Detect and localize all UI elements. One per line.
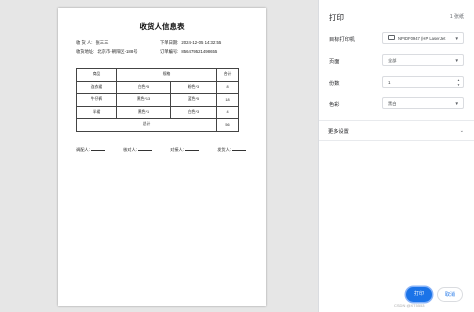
printer-icon [388,35,395,41]
sign-line [231,150,246,151]
sign-field: 对接人: [170,147,199,153]
order-time-value: 2024-12-05 14:32:55 [181,40,222,45]
table-header-row: 商品 规格 合计 [76,68,239,82]
sheet-count: 1 张纸 [449,14,464,20]
sign-line [137,150,152,151]
color-select[interactable]: 黑白 ▼ [382,97,464,109]
address-info: 收货地址: 北京市-朝阳区-188号 [76,49,138,55]
row-spec: 白色*3 [169,105,218,119]
panel-title: 打印 [329,13,344,22]
sign-field: 发货人: [217,147,246,153]
table-sum-row: 总计 56 [76,118,239,132]
pages-value: 全部 [388,58,397,63]
cancel-button[interactable]: 取消 [437,287,463,302]
sign-field: 调配人: [76,147,105,153]
sum-label: 总计 [76,118,217,132]
row-spec: 黑色*13 [116,93,171,107]
row-total: 8 [216,80,239,94]
order-time-label: 下单日期: [160,40,179,45]
preview-page: 收货人信息表 收 货 人: 张三三 下单日期: 2024-12-05 14:32:5… [58,8,266,306]
chevron-down-icon: ▼ [454,101,459,106]
divider [319,140,474,141]
sum-value: 56 [216,118,239,132]
order-no-value: 856479521498655 [181,49,218,54]
header-spec: 规格 [116,68,217,82]
more-settings-label: 更多设置 [328,129,349,135]
table-row: 连衣裙 白色*5 粉色*3 8 [76,80,239,94]
row-total: 18 [216,93,239,107]
sign-label: 调配人: [76,147,90,152]
goods-table: 商品 规格 合计 连衣裙 白色*5 粉色*3 8 牛仔裤 黑色*13 蓝色*5 … [76,68,239,132]
table-row: 半裙 黑色*1 白色*3 4 [76,105,239,119]
order-time-info: 下单日期: 2024-12-05 14:32:55 [160,40,221,46]
watermark: CSDN @XT5553 [394,303,425,308]
more-settings-toggle[interactable]: 更多设置 ⌄ [328,128,468,135]
signature-row: 调配人: 核对人: 对接人: 发货人: [76,147,246,153]
order-no-label: 订单编号: [160,49,179,54]
sign-label: 核对人: [123,147,137,152]
sign-label: 对接人: [170,147,184,152]
destination-value: NPIDF0947 (HP LaserJet [398,36,446,41]
destination-label: 目标打印机 [329,37,355,43]
copies-label: 份数 [329,81,340,87]
row-spec: 白色*5 [116,80,171,94]
row-spec: 黑色*1 [116,105,171,119]
color-label: 色彩 [329,102,340,108]
document-title: 收货人信息表 [139,22,185,31]
spinner-icon[interactable]: ▲ ▼ [457,78,460,87]
pages-label: 页面 [329,59,340,65]
row-spec: 粉色*3 [169,80,218,94]
pages-select[interactable]: 全部 ▼ [382,54,464,66]
copies-value: 1 [388,80,391,85]
sign-label: 发货人: [217,147,231,152]
table-row: 牛仔裤 黑色*13 蓝色*5 18 [76,93,239,107]
receiver-value: 张三三 [95,40,109,45]
destination-select[interactable]: NPIDF0947 (HP LaserJet ▼ [382,32,464,44]
chevron-down-icon: ▼ [454,58,459,63]
receiver-info: 收 货 人: 张三三 [76,40,108,46]
receiver-label: 收 货 人: [76,40,93,45]
row-goods: 半裙 [76,105,117,119]
sign-field: 核对人: [123,147,152,153]
row-goods: 连衣裙 [76,80,117,94]
color-value: 黑白 [388,101,397,106]
order-no-info: 订单编号: 856479521498655 [160,49,217,55]
chevron-down-icon: ▼ [454,36,459,41]
header-goods: 商品 [76,68,117,82]
copies-input[interactable]: 1 ▲ ▼ [382,76,464,88]
address-value: 北京市-朝阳区-188号 [97,49,138,54]
print-button[interactable]: 打印 [406,287,432,302]
row-spec: 蓝色*5 [169,93,218,107]
sign-line [90,150,105,151]
chevron-down-icon: ⌄ [459,128,464,134]
row-total: 4 [216,105,239,119]
row-goods: 牛仔裤 [76,93,117,107]
print-settings-panel: 打印 1 张纸 目标打印机 页面 份数 色彩 [318,0,474,312]
sign-line [184,150,199,151]
print-preview-area: 收货人信息表 收 货 人: 张三三 下单日期: 2024-12-05 14:32:5… [0,0,318,312]
header-total: 合计 [216,68,239,82]
address-label: 收货地址: [76,49,95,54]
divider [319,120,474,121]
